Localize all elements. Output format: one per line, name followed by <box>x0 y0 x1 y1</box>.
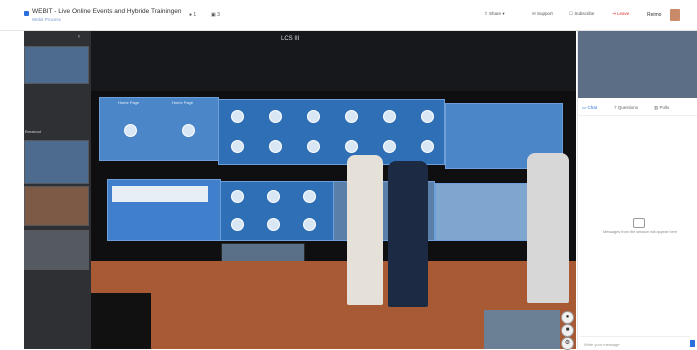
user-icon <box>267 218 280 231</box>
tab-polls[interactable]: ▥ Polls <box>654 105 669 111</box>
tab-bar: ▭ Chat ? Questions ▥ Polls <box>578 101 697 116</box>
video-wall-panel <box>218 99 445 165</box>
panel-label: Home Page <box>118 100 140 105</box>
participant-count[interactable]: ● 1 <box>189 12 196 18</box>
user-icon <box>303 190 316 203</box>
subscribe-button[interactable]: ☐ Subscribe <box>569 11 594 17</box>
remote-participant-screen <box>435 183 535 241</box>
subscribe-icon: ☐ <box>569 11 574 16</box>
avatar[interactable] <box>670 9 680 21</box>
video-thumbnail[interactable] <box>24 140 89 184</box>
video-wall-panel <box>107 179 221 241</box>
tab-questions[interactable]: ? Questions <box>614 105 638 110</box>
chat-bubble-icon <box>633 218 645 228</box>
browser-window <box>112 186 208 202</box>
user-icon <box>345 110 358 123</box>
video-thumbnail[interactable] <box>24 230 89 270</box>
chat-icon: ▭ <box>582 105 587 110</box>
user-icon <box>383 140 396 153</box>
chat-empty-message: Messages from the session will appear he… <box>602 230 678 234</box>
share-icon: ⇪ <box>484 11 488 16</box>
video-thumbnail[interactable] <box>24 46 89 84</box>
user-icon <box>182 124 195 137</box>
user-icon <box>231 190 244 203</box>
top-bar: WEBIT - Live Online Events and Hybride T… <box>0 0 697 31</box>
user-icon <box>231 140 244 153</box>
support-button[interactable]: ✉ Support <box>532 11 553 17</box>
screen-icon: ▣ <box>211 12 216 18</box>
tab-chat[interactable]: ▭ Chat <box>582 105 597 111</box>
user-icon <box>231 110 244 123</box>
support-icon: ✉ <box>532 11 536 16</box>
video-thumbnail[interactable] <box>24 186 89 226</box>
microphone-icon[interactable]: ● <box>561 311 574 324</box>
stage-label: LCS III <box>281 36 300 42</box>
right-panel: ▭ Chat ? Questions ▥ Polls Messages from… <box>577 31 697 349</box>
user-icon <box>267 190 280 203</box>
event-subtitle: Webit Process <box>32 17 61 22</box>
presenter <box>347 155 383 305</box>
app-logo-icon <box>24 11 29 16</box>
user-icon <box>307 140 320 153</box>
poll-icon: ▥ <box>654 105 659 110</box>
self-view-video[interactable] <box>484 310 560 349</box>
presenter <box>527 153 569 303</box>
presenter <box>388 161 428 307</box>
chevron-left-icon[interactable]: ‹ <box>78 34 80 40</box>
user-icon <box>269 110 282 123</box>
video-wall-panel: Home Page Home Page <box>99 97 219 161</box>
stage-ceiling <box>91 31 576 91</box>
event-title: WEBIT - Live Online Events and Hybride T… <box>32 8 182 15</box>
user-icon <box>421 110 434 123</box>
user-icon <box>303 218 316 231</box>
message-placeholder: Write your message <box>584 342 620 347</box>
user-name: Reimo <box>647 12 662 18</box>
screen-count[interactable]: ▣ 3 <box>211 12 220 18</box>
person-icon: ● <box>189 12 193 18</box>
question-icon: ? <box>614 105 617 110</box>
main-video-stage[interactable]: LCS III Home Page Home Page <box>91 31 576 349</box>
user-icon <box>124 124 137 137</box>
leave-button[interactable]: ⇥ Leave <box>612 11 629 17</box>
send-icon[interactable] <box>690 340 695 347</box>
user-icon <box>269 140 282 153</box>
user-icon <box>421 140 434 153</box>
foreground-object <box>91 293 151 349</box>
user-icon <box>383 110 396 123</box>
section-label: Breakout <box>25 129 42 134</box>
leave-icon: ⇥ <box>612 11 616 16</box>
share-button[interactable]: ⇪ Share ▾ <box>484 11 505 17</box>
settings-icon[interactable]: ⚙ <box>561 337 574 350</box>
presenter-camera-feed[interactable] <box>578 31 697 98</box>
user-icon <box>345 140 358 153</box>
user-icon <box>307 110 320 123</box>
user-icon <box>231 218 244 231</box>
panel-label: Home Page <box>172 100 194 105</box>
video-wall-panel <box>220 181 334 241</box>
camera-icon[interactable]: ■ <box>561 324 574 337</box>
